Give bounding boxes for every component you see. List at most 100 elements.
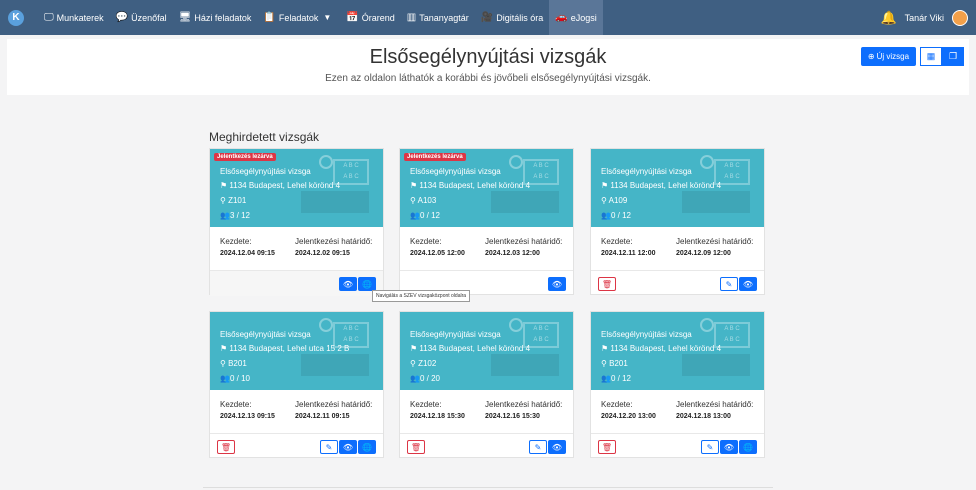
delete-button[interactable]: 🗑 [598, 277, 616, 291]
address-text: 1134 Budapest, Lehel körönd 4 [610, 181, 722, 190]
card-actions: 🗑 ✎ 👁 🌐 [210, 433, 383, 459]
delete-button[interactable]: 🗑 [217, 440, 235, 454]
delete-button[interactable]: 🗑 [407, 440, 425, 454]
card-address: ⚑ 1134 Budapest, Lehel körönd 4 [601, 344, 721, 353]
address-text: 1134 Budapest, Lehel utca 15 2 B [229, 344, 350, 353]
flag-icon: ⚑ [601, 344, 611, 353]
tooltip: Navigálás a SZEV vizsgaközpont oldalra [372, 290, 471, 302]
edit-button[interactable]: ✎ [529, 440, 547, 454]
app-logo-icon[interactable]: K [8, 9, 24, 26]
nav-item-hazi-feladatok[interactable]: 🖥 Házi feladatok [173, 0, 258, 35]
start-label: Kezdete: [410, 400, 442, 409]
eye-icon: 👁 [742, 279, 754, 289]
closed-badge: Jelentkezés lezárva [404, 153, 466, 161]
card-banner: A B CA B C Jelentkezés lezárva Elsősegélyn… [210, 149, 383, 227]
clock-illustration-icon [700, 318, 714, 332]
user-name[interactable]: Tanár Viki [905, 13, 944, 23]
deadline-value: 2024.12.18 13:00 [676, 413, 731, 420]
external-link-button[interactable]: 🌐 [358, 440, 376, 454]
nav-item-feladatok[interactable]: 📋 Feladatok ▼ [257, 0, 340, 35]
monitor-icon: 🖵 [44, 12, 54, 23]
deadline-label: Jelentkezési határidő: [676, 237, 754, 246]
video-icon: 🎥 [480, 12, 494, 23]
card-address: ⚑ 1134 Budapest, Lehel körönd 4 [410, 344, 530, 353]
globe-icon: 🌐 [743, 442, 753, 452]
bell-icon[interactable]: 🔔 [880, 10, 896, 26]
deadline-label: Jelentkezési határidő: [295, 237, 373, 246]
footer-divider [203, 487, 773, 488]
table-icon: ▦ [926, 51, 936, 61]
exam-card: A B CA B C Jelentkezés lezárva Elsősegélyn… [209, 148, 384, 296]
clock-illustration-icon [319, 318, 333, 332]
external-link-button[interactable]: 🌐 [358, 277, 376, 291]
deadline-label: Jelentkezési határidő: [676, 400, 754, 409]
card-dates: Kezdete: Jelentkezési határidő: 2024.12.04… [210, 227, 383, 270]
card-banner: A B CA B C Elsősegélynyújtási vizsga ⚑ 113… [400, 312, 573, 390]
desk-illustration-icon [301, 191, 369, 213]
edit-button[interactable]: ✎ [320, 440, 338, 454]
edit-icon: ✎ [534, 442, 542, 452]
count-text: 0 / 12 [610, 374, 631, 383]
globe-icon: 🌐 [362, 442, 372, 452]
start-label: Kezdete: [220, 237, 252, 246]
nav-item-tananyagtar[interactable]: ▥ Tananyagtár [401, 0, 475, 35]
nav-item-orarend[interactable]: 📅 Órarend [340, 0, 400, 35]
new-exam-label: Új vizsga [876, 52, 910, 61]
room-text: B201 [228, 359, 247, 368]
desk-illustration-icon [682, 191, 750, 213]
view-button[interactable]: 👁 [339, 440, 357, 454]
address-text: 1134 Budapest, Lehel körönd 4 [419, 344, 531, 353]
nav-item-ejogsi[interactable]: 🚗 eJogsi [549, 0, 603, 35]
pin-icon: ⚲ [220, 359, 229, 368]
address-text: 1134 Budapest, Lehel körönd 4 [610, 344, 722, 353]
card-count: 👥0 / 12 [601, 211, 631, 220]
card-banner: A B CA B C Elsősegélynyújtási vizsga ⚑ 113… [591, 312, 764, 390]
exam-card: A B CA B C Jelentkezés lezárva Elsősegélyn… [399, 148, 574, 295]
deadline-label: Jelentkezési határidő: [485, 400, 563, 409]
plus-circle-icon: ⊕ [867, 52, 875, 61]
nav-item-uzenofal[interactable]: 💬 Üzenőfal [110, 0, 173, 35]
room-text: A103 [417, 196, 437, 205]
card-dates: Kezdete: Jelentkezési határidő: 2024.12.20… [591, 390, 764, 433]
users-icon: 👥 [220, 211, 230, 220]
nav-item-munkaterek[interactable]: 🖵 Munkaterek [38, 0, 110, 35]
desk-illustration-icon [491, 354, 559, 376]
deadline-value: 2024.12.11 09:15 [295, 413, 350, 420]
view-button[interactable]: 👁 [548, 277, 566, 291]
start-label: Kezdete: [601, 400, 633, 409]
card-banner: A B CA B C Elsősegélynyújtási vizsga ⚑ 113… [210, 312, 383, 390]
view-button[interactable]: 👁 [720, 440, 738, 454]
view-button[interactable]: 👁 [739, 277, 757, 291]
card-count: 👥0 / 10 [220, 374, 250, 383]
new-exam-button[interactable]: ⊕ Új vizsga [861, 47, 916, 66]
nav-item-digitalis-ora[interactable]: 🎥 Digitális óra [475, 0, 549, 35]
view-button[interactable]: 👁 [339, 277, 357, 291]
eye-icon: 👁 [342, 279, 354, 289]
view-button[interactable]: 👁 [548, 440, 566, 454]
nav-label: eJogsi [570, 12, 597, 23]
delete-button[interactable]: 🗑 [598, 440, 616, 454]
flag-icon: ⚑ [601, 181, 611, 190]
clock-illustration-icon [509, 318, 523, 332]
exam-card: A B CA B C Elsősegélynyújtási vizsga ⚑ 113… [590, 311, 765, 458]
avatar[interactable] [952, 9, 968, 26]
edit-button[interactable]: ✎ [701, 440, 719, 454]
room-text: A109 [608, 196, 628, 205]
nav-label: Órarend [361, 12, 395, 23]
card-dates: Kezdete: Jelentkezési határidő: 2024.12.13… [210, 390, 383, 433]
action-group: 👁 [547, 277, 566, 291]
pin-icon: ⚲ [220, 196, 229, 205]
external-link-button[interactable]: 🌐 [739, 440, 757, 454]
view-toggle: ▦ ❐ [920, 47, 964, 66]
edit-button[interactable]: ✎ [720, 277, 738, 291]
address-text: 1134 Budapest, Lehel körönd 4 [229, 181, 341, 190]
page-title: Elsősegélynyújtási vizsgák [369, 46, 607, 68]
eye-icon: 👁 [342, 442, 354, 452]
table-view-button[interactable]: ▦ [920, 47, 942, 66]
flag-icon: ⚑ [410, 344, 420, 353]
card-address: ⚑ 1134 Budapest, Lehel körönd 4 [410, 181, 530, 190]
action-group: ✎ 👁 🌐 [700, 440, 757, 454]
clipboard-icon: 📋 [263, 12, 276, 23]
card-dates: Kezdete: Jelentkezési határidő: 2024.12.18… [400, 390, 573, 433]
card-view-button[interactable]: ❐ [942, 47, 964, 66]
